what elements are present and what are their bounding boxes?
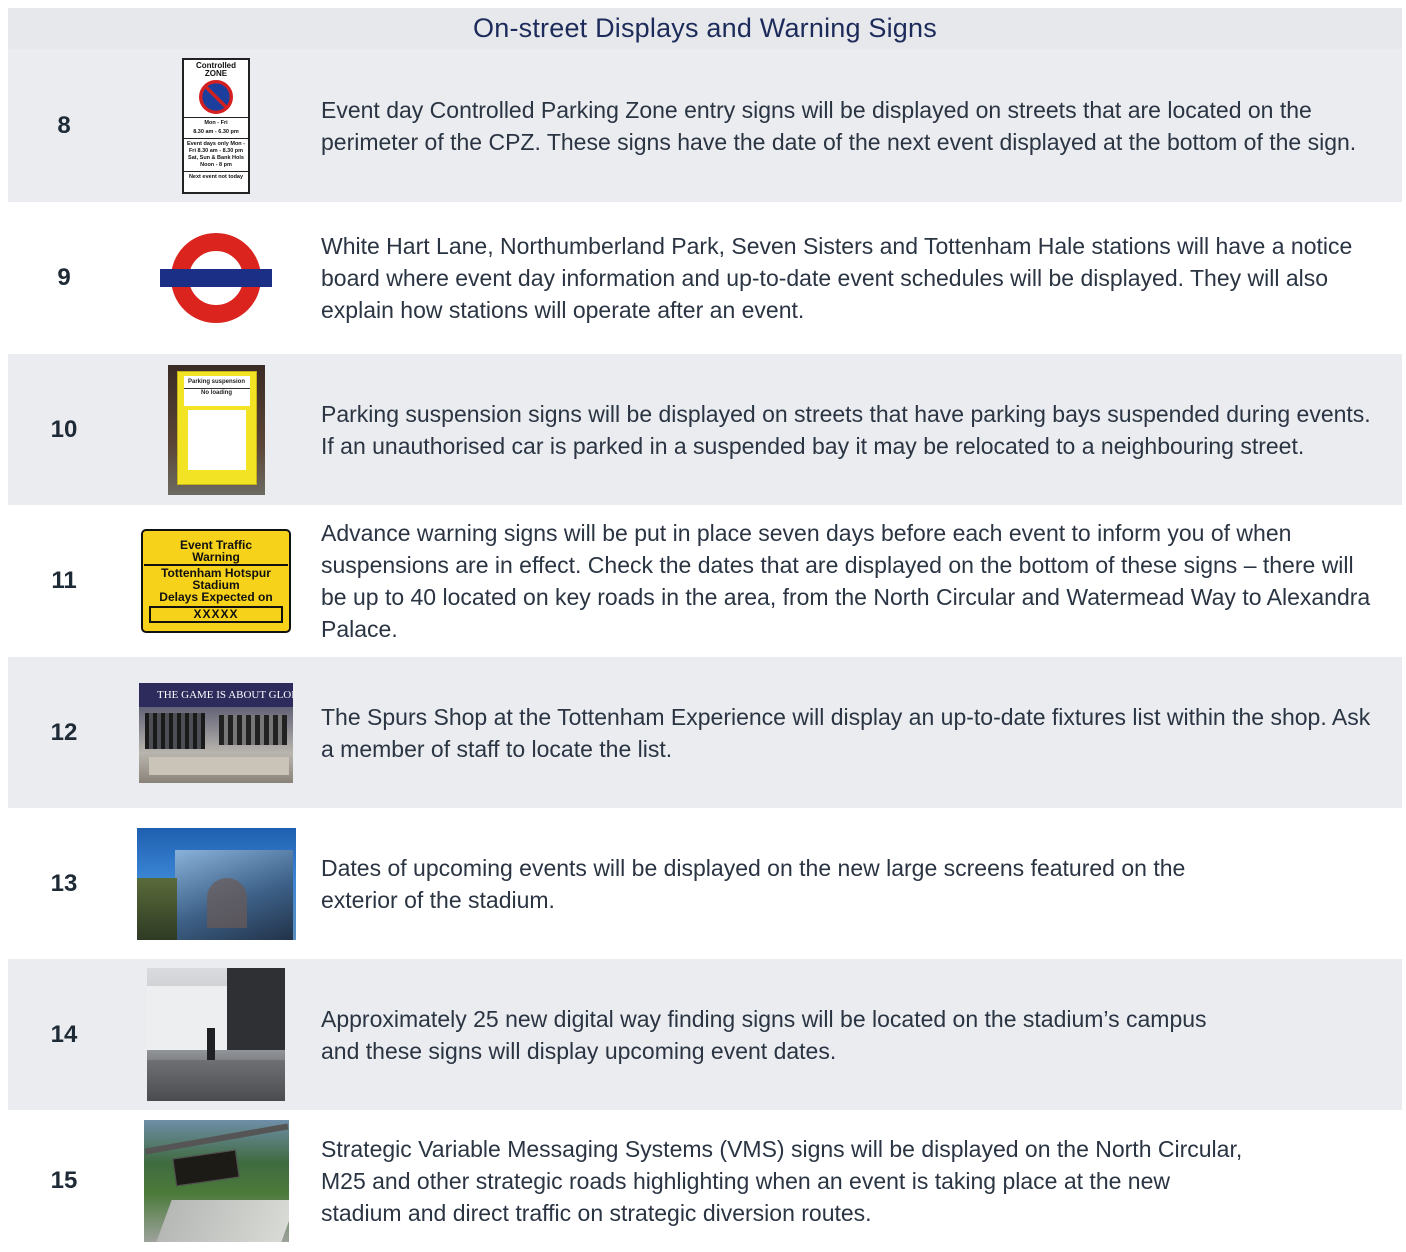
table-row: 14 Approximately 25 new digital way find… [8,959,1402,1110]
table-row: 9 White Hart Lane, Northumberland Park, … [8,202,1402,354]
row-number: 14 [50,1020,78,1048]
row-description: Event day Controlled Parking Zone entry … [321,96,1357,155]
row-number: 10 [50,415,78,443]
cpz-heading: Controlled ZONE [196,60,236,78]
row-description: Dates of upcoming events will be display… [321,854,1186,913]
vms-sign-photo [122,1110,310,1252]
underground-roundel-icon [122,202,310,354]
cpz-line: Mon - Fri [184,116,248,129]
row-description: Parking suspension signs will be display… [321,400,1371,459]
photo-sign-subheading: No loading [183,387,250,397]
row-description: Approximately 25 new digital way finding… [321,1005,1207,1064]
section-title-text: On-street Displays and Warning Signs [473,13,937,43]
warning-line: Delays Expected on [159,590,273,604]
row-description: Strategic Variable Messaging Systems (VM… [321,1136,1243,1226]
row-number: 15 [50,1167,78,1194]
row-description: White Hart Lane, Northumberland Park, Se… [321,233,1353,323]
no-parking-icon [199,79,233,114]
stadium-screen-photo [122,808,310,959]
row-number: 9 [57,264,71,291]
cpz-entry-sign-icon: Controlled ZONE Mon - Fri 8.30 am - 6.30… [122,49,310,202]
digital-wayfinding-photo [122,959,310,1110]
document-page: On-street Displays and Warning Signs 8 C… [0,0,1406,1252]
table-row: 8 Controlled ZONE Mon - Fri 8.30 am - 6.… [8,49,1402,202]
table-row: 13 Dates of upcoming events will be disp… [8,808,1402,959]
row-number: 11 [51,567,77,594]
table-row: 12 THE GAME IS ABOUT GLORY The Spurs Sho… [8,657,1402,808]
row-number: 13 [50,869,78,897]
section-title: On-street Displays and Warning Signs [8,8,1402,49]
table-row: 15 Strategic Variable Messaging Systems … [8,1110,1402,1252]
warning-date-box: XXXXX [149,606,283,623]
row-description: Advance warning signs will be put in pla… [321,520,1371,642]
row-number: 8 [57,111,71,139]
warning-line: Warning [192,550,240,564]
row-description: The Spurs Shop at the Tottenham Experien… [321,703,1371,762]
cpz-line: 8.30 am - 6.30 pm [193,128,239,135]
spurs-shop-photo: THE GAME IS ABOUT GLORY [122,657,310,808]
cpz-line: Next event not today [184,170,248,183]
advance-warning-sign-icon: Event Traffic Warning Tottenham Hotspur … [122,505,310,657]
photo-sign-heading: Parking suspension [187,378,245,385]
cpz-line: Event days only Mon - Fri 8.30 am - 8.30… [184,137,248,171]
parking-suspension-sign-photo: Parking suspension No loading [122,354,310,505]
row-number: 12 [50,718,78,746]
table-row: 11 Event Traffic Warning Tottenham Hotsp… [8,505,1402,657]
table-row: 10 Parking suspension No loading Parking… [8,354,1402,505]
shop-banner-text: THE GAME IS ABOUT GLORY [139,682,293,707]
